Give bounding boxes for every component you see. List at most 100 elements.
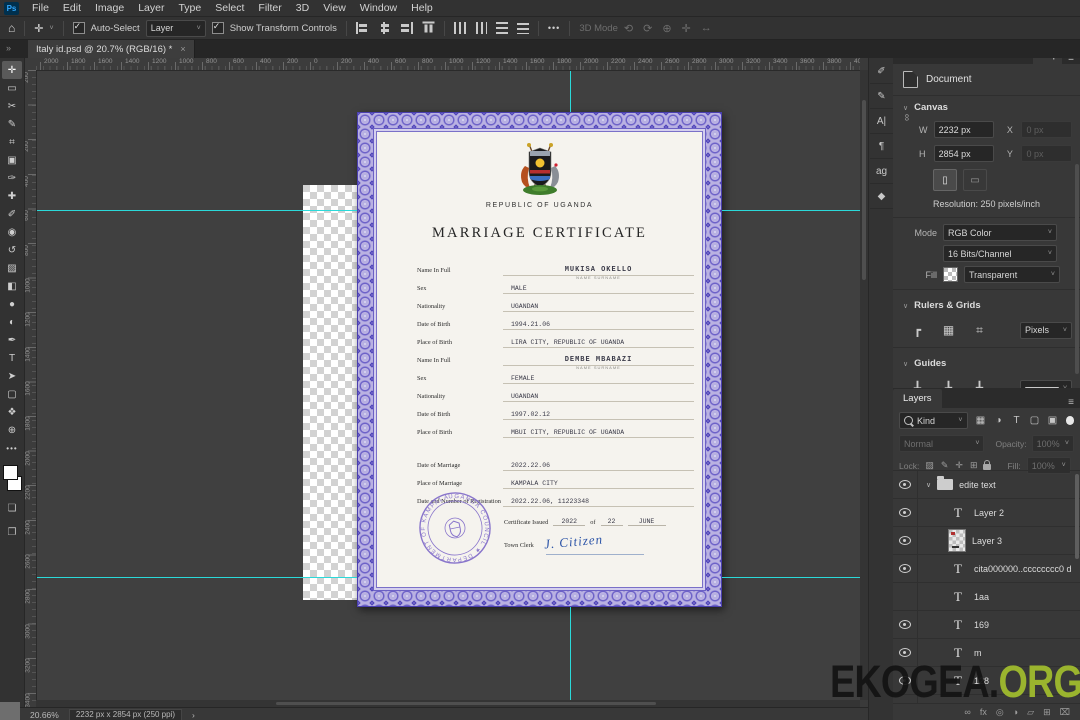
layer-filter-icon[interactable]: ▣ (1045, 413, 1061, 429)
guide-horizontal[interactable] (722, 210, 860, 211)
tool-button[interactable]: ✂ (2, 97, 22, 115)
tab-layers[interactable]: Layers (893, 389, 942, 408)
menu-item[interactable]: File (25, 0, 56, 16)
tool-button[interactable]: ✒ (2, 331, 22, 349)
certificate-document[interactable]: REPUBLIC OF UGANDA MARRIAGE CERTIFICATE … (357, 112, 722, 607)
filter-kind-dropdown[interactable]: Kind ˅ (899, 412, 968, 429)
layer-row[interactable]: ∨ T 169 (893, 611, 1080, 639)
landscape-orientation-button[interactable]: ▭ (963, 169, 987, 191)
document-tab[interactable]: Italy id.psd @ 20.7% (RGB/16) * × (28, 40, 195, 58)
distribute-button[interactable] (516, 22, 529, 34)
tool-button[interactable]: ● (2, 295, 22, 313)
portrait-orientation-button[interactable]: ▯ (933, 169, 957, 191)
ruler-units-dropdown[interactable]: Pixels ˅ (1020, 321, 1072, 339)
tool-button[interactable]: ✐ (2, 205, 22, 223)
tool-button[interactable]: ◧ (2, 277, 22, 295)
layer-row[interactable]: ∨ T cita000000..cccccccc0 d (893, 555, 1080, 583)
layer-row[interactable]: ∨ T 128 (893, 667, 1080, 695)
layers-action-icon[interactable]: ◑ (1013, 707, 1018, 718)
layer-row-body[interactable]: ∨ T cita000000..cccccccc0 d (918, 555, 1080, 582)
panel-dock-icon[interactable]: ¶ (870, 134, 893, 159)
panel-dock-icon[interactable]: ag (870, 159, 893, 184)
menu-item[interactable]: Edit (56, 0, 88, 16)
visibility-toggle[interactable] (893, 555, 918, 582)
layer-row[interactable]: ∨ T Layer 2 (893, 499, 1080, 527)
guide-vertical[interactable] (570, 607, 571, 700)
menu-item[interactable]: Image (88, 0, 131, 16)
align-button[interactable] (378, 22, 391, 34)
tool-button[interactable]: T (2, 349, 22, 367)
quick-mask-button[interactable]: ❏ (3, 501, 21, 515)
blend-mode-dropdown[interactable]: Normal ˅ (899, 435, 985, 452)
panel-dock-icon[interactable]: ◆ (870, 184, 893, 209)
properties-scrollbar[interactable] (1075, 164, 1079, 374)
layers-action-icon[interactable]: ∞ (964, 707, 970, 718)
filter-toggle-icon[interactable] (1065, 416, 1074, 425)
menu-item[interactable]: Select (208, 0, 251, 16)
color-mode-dropdown[interactable]: RGB Color ˅ (943, 224, 1057, 241)
tool-button[interactable]: ▣ (2, 151, 22, 169)
tool-button[interactable]: ▢ (2, 385, 22, 403)
close-icon[interactable]: × (180, 44, 185, 54)
canvas-vertical-scrollbar[interactable] (860, 70, 868, 700)
menu-item[interactable]: Type (171, 0, 208, 16)
visibility-toggle[interactable] (893, 499, 918, 526)
menu-item[interactable]: Filter (251, 0, 288, 16)
layer-filter-icon[interactable]: T (1009, 413, 1025, 429)
guide-style-dropdown[interactable]: ˅ (1020, 379, 1073, 388)
canvas-horizontal-scrollbar[interactable] (36, 700, 860, 707)
layer-row-body[interactable]: ∨ T 1aa (918, 583, 1080, 610)
panel-icon-button[interactable]: ▦ (936, 319, 961, 341)
tool-button[interactable]: ▭ (2, 79, 22, 97)
layer-name[interactable]: Layer 3 (972, 536, 1002, 546)
horizontal-ruler[interactable]: 2000 1800 1600 1400 1200 1000 800 600 400 200 0 200… (36, 58, 860, 71)
opacity-dropdown[interactable]: 100% ˅ (1031, 435, 1074, 452)
layers-scrollbar[interactable] (1075, 474, 1079, 559)
tool-button[interactable]: ✎ (2, 115, 22, 133)
vertical-ruler[interactable]: 2000200400600800100012001400160018002000… (24, 70, 37, 707)
tool-button[interactable]: ◐ (2, 313, 22, 331)
layers-action-icon[interactable]: ⊞ (1043, 707, 1051, 718)
panel-icon-button[interactable]: ⌗ (967, 319, 992, 341)
layer-name[interactable]: Layer 2 (974, 508, 1004, 518)
foreground-color-swatch[interactable] (3, 465, 18, 480)
tool-button[interactable]: ◉ (2, 223, 22, 241)
layer-row[interactable]: ∨ T Layer 3 (893, 527, 1080, 555)
guide-horizontal[interactable] (36, 210, 357, 211)
home-icon[interactable]: ⌂ (8, 21, 15, 35)
layer-row-body[interactable]: ∨ T 128 (918, 667, 1080, 694)
tool-button[interactable]: ⌗ (2, 133, 22, 151)
auto-select-checkbox[interactable] (72, 21, 85, 34)
visibility-toggle[interactable] (893, 639, 918, 666)
rulers-grids-header[interactable]: ∨ Rulers & Grids (893, 294, 1080, 317)
canvas-section-header[interactable]: ∨ Canvas (893, 96, 1080, 119)
more-options-icon[interactable]: ••• (548, 23, 560, 33)
height-field[interactable]: 2854 px (933, 145, 994, 162)
distribute-button[interactable] (474, 22, 487, 34)
menu-item[interactable]: 3D (289, 0, 316, 16)
align-button[interactable] (400, 22, 413, 34)
tool-button[interactable]: ✚ (2, 187, 22, 205)
group-expand-chevron[interactable]: ∨ (926, 481, 931, 489)
layer-row[interactable]: ∨ T 1aa (893, 583, 1080, 611)
layer-name[interactable]: 1aa (974, 592, 989, 602)
tool-button[interactable]: ✛ (2, 61, 22, 79)
layers-menu-icon[interactable]: ≡ (1062, 397, 1080, 408)
auto-select-target-dropdown[interactable]: Layer ˅ (145, 19, 206, 37)
layers-action-icon[interactable]: ◎ (996, 707, 1004, 718)
zoom-level[interactable]: 20.66% (30, 710, 59, 720)
guide-vertical[interactable] (570, 70, 571, 112)
visibility-toggle[interactable] (893, 611, 918, 638)
align-button[interactable] (355, 22, 369, 34)
tool-button[interactable]: ✑ (2, 169, 22, 187)
panel-dock-icon[interactable]: A| (870, 109, 893, 134)
link-dimensions-icon[interactable]: ∞ (901, 114, 912, 121)
transparent-layer-region[interactable] (303, 185, 357, 600)
layer-row-body[interactable]: ∨ T edite text (918, 471, 1080, 498)
layers-action-icon[interactable]: fx (980, 707, 987, 718)
layer-filter-icon[interactable]: ▦ (973, 413, 989, 429)
panel-dock-icon[interactable]: ✎ (870, 84, 893, 109)
menu-item[interactable]: Layer (131, 0, 171, 16)
tool-button[interactable]: ➤ (2, 367, 22, 385)
menu-item[interactable]: Window (353, 0, 404, 16)
